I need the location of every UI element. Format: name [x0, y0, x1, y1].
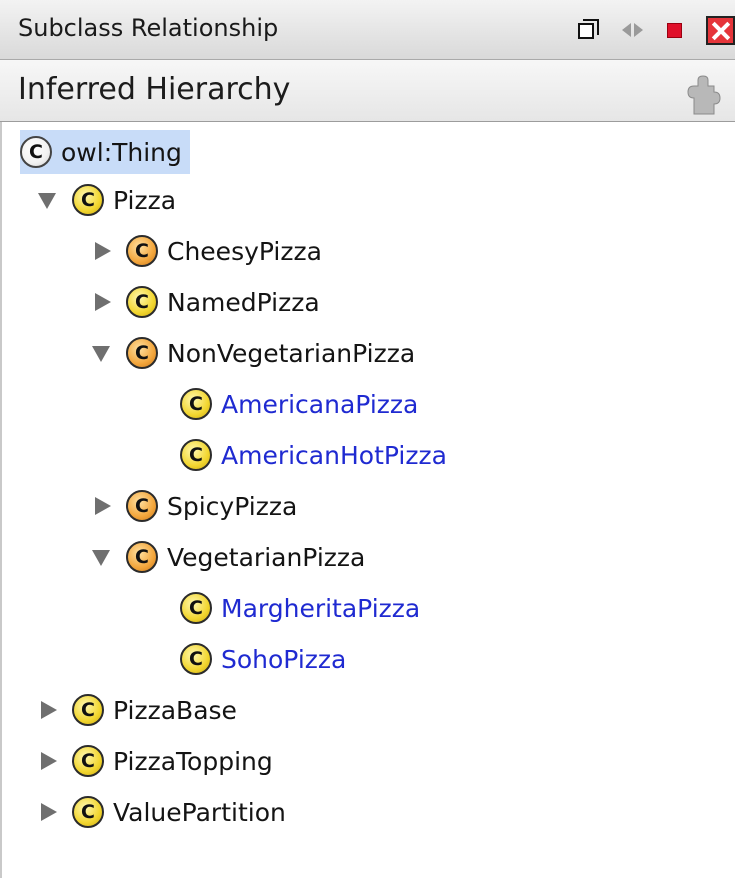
class-tree[interactable]: C owl:Thing C Pizza C CheesyPizza C NamedPizz…: [0, 122, 735, 878]
tree-node-label: NonVegetarianPizza: [167, 338, 416, 368]
class-icon: C: [180, 643, 212, 675]
expand-right-icon[interactable]: [90, 238, 116, 264]
stop-icon[interactable]: [667, 23, 682, 38]
hierarchy-header: Inferred Hierarchy: [0, 60, 735, 122]
tree-node-label: AmericanaPizza: [221, 389, 419, 419]
tree-node-pizza-base[interactable]: C PizzaBase: [36, 688, 237, 732]
expand-right-icon[interactable]: [36, 799, 62, 825]
class-icon: C: [126, 286, 158, 318]
tree-node-spicy-pizza[interactable]: C SpicyPizza: [90, 484, 297, 528]
tree-node-label: Pizza: [113, 185, 177, 215]
class-icon: C: [72, 694, 104, 726]
tree-node-margherita-pizza[interactable]: C MargheritaPizza: [144, 586, 420, 630]
expand-right-icon[interactable]: [90, 493, 116, 519]
class-icon: C: [180, 439, 212, 471]
puzzle-icon[interactable]: [684, 74, 728, 118]
tree-node-owl-thing[interactable]: C owl:Thing: [20, 130, 190, 174]
expand-right-icon[interactable]: [36, 748, 62, 774]
class-icon: C: [72, 796, 104, 828]
tree-node-pizza-topping[interactable]: C PizzaTopping: [36, 739, 273, 783]
tree-node-soho-pizza[interactable]: C SohoPizza: [144, 637, 346, 681]
tree-node-label: MargheritaPizza: [221, 593, 421, 623]
tree-node-named-pizza[interactable]: C NamedPizza: [90, 280, 320, 324]
tree-node-cheesy-pizza[interactable]: C CheesyPizza: [90, 229, 322, 273]
tree-node-label: CheesyPizza: [167, 236, 322, 266]
tree-node-label: SohoPizza: [221, 644, 347, 674]
arrows-icon[interactable]: [620, 19, 648, 41]
class-icon: C: [126, 490, 158, 522]
expand-right-icon[interactable]: [90, 289, 116, 315]
class-icon: C: [180, 592, 212, 624]
tree-node-label: owl:Thing: [61, 137, 182, 167]
view-title: Subclass Relationship: [18, 14, 279, 42]
class-icon: C: [126, 235, 158, 267]
expand-down-icon[interactable]: [90, 340, 116, 366]
tree-node-label: ValuePartition: [113, 797, 286, 827]
tree-node-label: NamedPizza: [167, 287, 320, 317]
restore-icon[interactable]: [578, 19, 600, 41]
tree-node-label: VegetarianPizza: [167, 542, 366, 572]
tree-node-american-hot-pizza[interactable]: C AmericanHotPizza: [144, 433, 447, 477]
hierarchy-title: Inferred Hierarchy: [18, 72, 291, 107]
tree-node-label: PizzaBase: [113, 695, 237, 725]
tree-node-label: AmericanHotPizza: [221, 440, 447, 470]
class-icon: C: [72, 184, 104, 216]
close-icon[interactable]: [706, 16, 735, 45]
class-icon: C: [126, 337, 158, 369]
class-icon: C: [126, 541, 158, 573]
class-icon: C: [20, 136, 52, 168]
tree-node-vegetarian-pizza[interactable]: C VegetarianPizza: [90, 535, 365, 579]
tree-node-americana-pizza[interactable]: C AmericanaPizza: [144, 382, 418, 426]
tree-node-pizza[interactable]: C Pizza: [36, 178, 176, 222]
expand-down-icon[interactable]: [36, 187, 62, 213]
expand-down-icon[interactable]: [90, 544, 116, 570]
class-icon: C: [72, 745, 104, 777]
tree-node-label: PizzaTopping: [113, 746, 273, 776]
tree-node-label: SpicyPizza: [167, 491, 298, 521]
class-icon: C: [180, 388, 212, 420]
view-titlebar: Subclass Relationship: [0, 0, 735, 60]
tree-node-non-vegetarian-pizza[interactable]: C NonVegetarianPizza: [90, 331, 415, 375]
expand-right-icon[interactable]: [36, 697, 62, 723]
tree-node-value-partition[interactable]: C ValuePartition: [36, 790, 286, 834]
